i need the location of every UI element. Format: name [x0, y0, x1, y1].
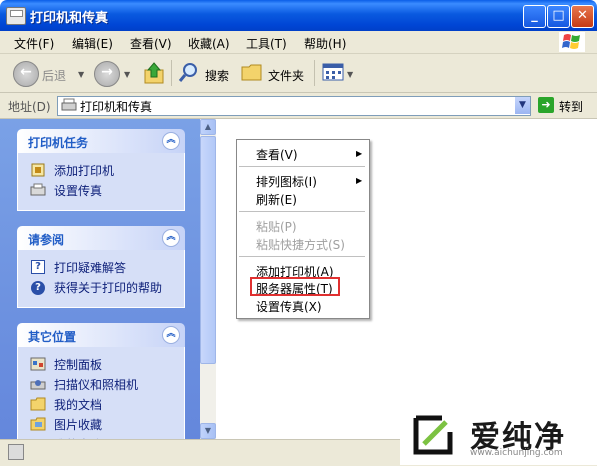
ctx-separator	[239, 256, 365, 257]
up-folder-icon[interactable]	[143, 60, 167, 86]
search-icon[interactable]	[178, 61, 200, 83]
forward-button[interactable]: →	[94, 61, 120, 87]
search-button[interactable]: 搜索	[205, 67, 229, 84]
my-pictures-icon	[30, 417, 46, 431]
folders-button[interactable]: 文件夹	[268, 67, 304, 84]
panel-printer-tasks-header[interactable]: 打印机任务 ︽	[17, 129, 185, 153]
task-troubleshoot-printing[interactable]: 打印疑难解答	[54, 259, 126, 276]
back-label[interactable]: 后退	[42, 67, 66, 84]
back-button[interactable]: ←	[13, 61, 39, 87]
status-icon	[8, 444, 24, 460]
go-button[interactable]: 转到	[559, 98, 583, 115]
ctx-view[interactable]: 查看(V)	[256, 146, 298, 163]
folders-icon[interactable]	[241, 62, 263, 82]
collapse-icon[interactable]: ︽	[162, 229, 180, 247]
task-setup-fax[interactable]: 设置传真	[54, 182, 102, 199]
ctx-paste-shortcut: 粘贴快捷方式(S)	[256, 238, 345, 252]
minimize-button[interactable]: _	[523, 5, 546, 28]
menu-edit[interactable]: 编辑(E)	[72, 35, 113, 52]
menu-favorites[interactable]: 收藏(A)	[188, 35, 230, 52]
task-add-printer[interactable]: 添加打印机	[54, 162, 114, 179]
watermark-logo-icon	[410, 414, 456, 456]
place-scanners-cameras[interactable]: 扫描仪和照相机	[54, 376, 138, 393]
place-my-pictures[interactable]: 图片收藏	[54, 416, 102, 433]
maximize-button[interactable]: □	[547, 5, 570, 28]
close-button[interactable]: ✕	[571, 5, 594, 28]
help-circle-icon: ?	[31, 281, 45, 295]
submenu-arrow-icon: ▶	[356, 176, 363, 185]
panel-see-also-header[interactable]: 请参阅 ︽	[17, 226, 185, 250]
scanner-camera-icon	[30, 377, 46, 391]
watermark-url: www.aichunjing.com	[470, 448, 563, 458]
my-documents-icon	[30, 397, 46, 411]
panel-title: 请参阅	[28, 233, 65, 247]
back-dropdown-icon[interactable]: ▼	[78, 70, 84, 79]
go-arrow-icon[interactable]: ➜	[538, 97, 554, 113]
forward-dropdown-icon[interactable]: ▼	[124, 70, 130, 79]
collapse-icon[interactable]: ︽	[162, 132, 180, 150]
menu-view[interactable]: 查看(V)	[130, 35, 172, 52]
control-panel-icon	[30, 357, 46, 371]
fax-icon	[30, 183, 46, 197]
scroll-up-icon[interactable]: ▲	[200, 119, 216, 135]
ctx-setup-fax[interactable]: 设置传真(X)	[256, 298, 322, 315]
address-label: 地址(D)	[8, 100, 51, 114]
add-printer-icon	[30, 162, 46, 178]
ctx-paste: 粘贴(P)	[256, 220, 297, 234]
views-icon[interactable]	[322, 63, 344, 81]
place-control-panel[interactable]: 控制面板	[54, 356, 102, 373]
help-icon: ?	[31, 260, 45, 274]
address-value: 打印机和传真	[80, 100, 153, 114]
address-dropdown-icon[interactable]: ▼	[514, 97, 530, 114]
panel-title: 其它位置	[28, 330, 77, 344]
scroll-thumb[interactable]	[200, 136, 216, 364]
highlight-box	[250, 277, 340, 296]
menu-tools[interactable]: 工具(T)	[246, 35, 287, 52]
window-title: 打印机和传真	[30, 11, 109, 26]
toolbar-separator	[314, 60, 315, 86]
views-dropdown-icon[interactable]: ▼	[347, 70, 353, 79]
task-printing-help[interactable]: 获得关于打印的帮助	[54, 279, 162, 296]
collapse-icon[interactable]: ︽	[162, 326, 180, 344]
ctx-arrange-icons[interactable]: 排列图标(I)	[256, 173, 317, 190]
panel-title: 打印机任务	[28, 136, 89, 150]
printer-icon	[61, 98, 77, 112]
submenu-arrow-icon: ▶	[356, 149, 363, 158]
ctx-separator	[239, 166, 365, 167]
toolbar-separator	[171, 60, 172, 86]
menu-help[interactable]: 帮助(H)	[304, 35, 346, 52]
menu-file[interactable]: 文件(F)	[14, 35, 54, 52]
printer-folder-icon	[6, 7, 26, 25]
ctx-refresh[interactable]: 刷新(E)	[256, 191, 297, 208]
scroll-down-icon[interactable]: ▼	[200, 423, 216, 439]
windows-logo-icon	[559, 32, 585, 52]
panel-other-places-header[interactable]: 其它位置 ︽	[17, 323, 185, 347]
ctx-separator	[239, 211, 365, 212]
place-my-documents[interactable]: 我的文档	[54, 396, 102, 413]
